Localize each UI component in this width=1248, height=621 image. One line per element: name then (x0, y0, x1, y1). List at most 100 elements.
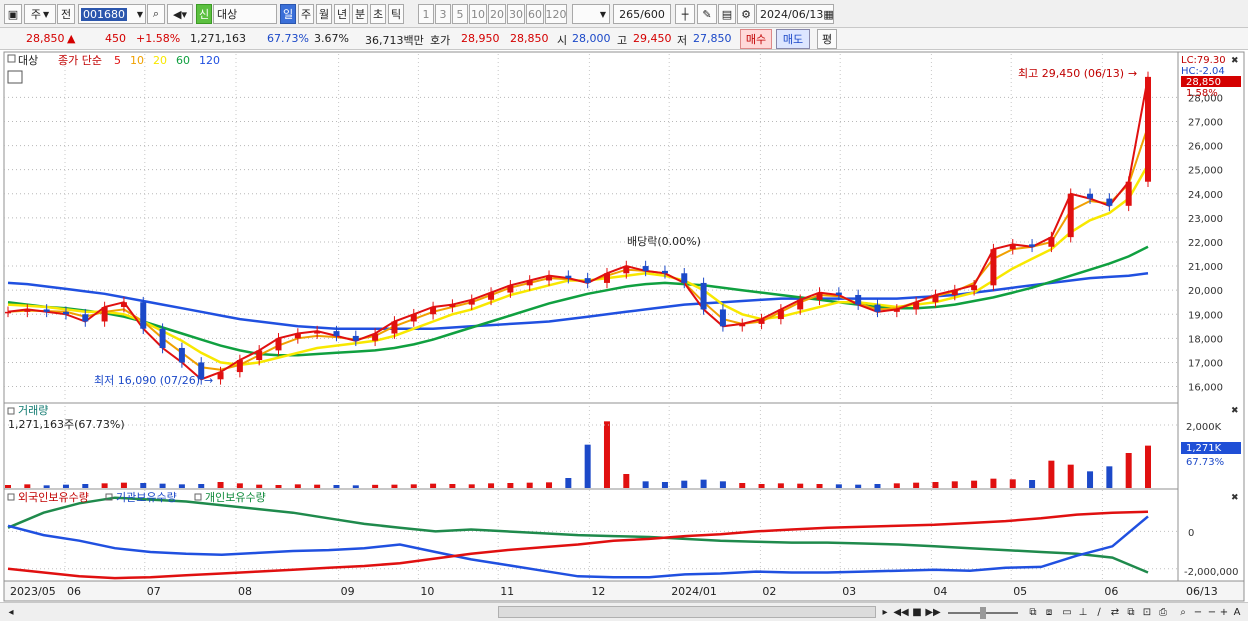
volume-bar (1106, 466, 1113, 488)
scroll-thumb[interactable] (498, 606, 876, 618)
volume-bar (391, 484, 398, 488)
volume-bar (449, 484, 456, 488)
stop-icon[interactable]: ■ (910, 605, 924, 620)
volume-bar (681, 480, 688, 488)
interval-button-30[interactable]: 30 (507, 4, 525, 24)
period-dropdown[interactable]: ▼ (572, 4, 610, 24)
close-icon[interactable]: ✖ (1231, 56, 1239, 66)
chart-type-icon[interactable]: ⊡ (1140, 605, 1154, 620)
candle-body (719, 309, 726, 327)
hc-label: HC:-2.04 (1181, 66, 1225, 77)
volume-bar (874, 484, 881, 488)
x-tick-label: 2024/01 (671, 585, 717, 598)
chart-window-icon[interactable]: ▣ (4, 4, 22, 24)
calendar-icon[interactable]: ▦ (823, 8, 833, 21)
volume-bar (410, 484, 417, 488)
volume-bar (236, 483, 243, 488)
print-icon[interactable]: ⎙ (1156, 605, 1170, 620)
compare-icon[interactable]: ⇄ (1108, 605, 1122, 620)
draw-tool-icon[interactable]: ✎ (697, 4, 717, 24)
close-icon[interactable]: ✖ (1231, 493, 1239, 503)
interval-button-20[interactable]: 20 (488, 4, 506, 24)
high-price: 29,450 (633, 32, 672, 45)
zoom-icon[interactable]: ⌕ (1176, 605, 1190, 620)
candle-body (1029, 244, 1036, 247)
low-annotation: 최저 16,090 (07/26) (94, 374, 200, 387)
volume-bar (352, 485, 359, 488)
line-tool-icon[interactable]: ∕ (1092, 605, 1106, 620)
candle-body (526, 280, 533, 286)
period-button-0[interactable]: 일 (280, 4, 296, 24)
volume-bar (835, 484, 842, 488)
sell-button[interactable]: 매도 (776, 29, 810, 49)
x-tick-label: 10 (420, 585, 434, 598)
period-button-4[interactable]: 분 (352, 4, 368, 24)
volume-ratio: 67.73% (267, 32, 309, 45)
candle-body (82, 314, 89, 322)
candle-body (5, 311, 11, 314)
bid-price: 28,850 (510, 32, 549, 45)
buy-button[interactable]: 매수 (740, 29, 772, 49)
window-icon[interactable]: ⧈ (1042, 605, 1056, 620)
text-tool-icon[interactable]: A (1230, 605, 1244, 620)
mode-button[interactable]: 전 (57, 4, 75, 24)
volume-bar (913, 482, 920, 488)
eval-button[interactable]: 평 (817, 29, 837, 49)
y-tick-label: 21,000 (1188, 262, 1223, 273)
copy-icon[interactable]: ⧉ (1026, 605, 1040, 620)
copy-icon[interactable]: ⧉ (1124, 605, 1138, 620)
candle-body (623, 266, 630, 274)
x-tick-label: 2023/05 (10, 585, 56, 598)
volume-panel (3, 402, 1179, 490)
candle-body (159, 328, 166, 348)
search-icon[interactable]: ⌕ (147, 4, 165, 24)
low-price: 27,850 (693, 32, 732, 45)
scroll-right-icon[interactable]: ▸ (878, 605, 892, 620)
period-button-1[interactable]: 주 (298, 4, 314, 24)
count-field[interactable]: 265/600 (613, 4, 671, 24)
interval-button-120[interactable]: 120 (545, 4, 567, 24)
layout-icon[interactable]: ▭ (1060, 605, 1074, 620)
zoom-in-icon[interactable]: + (1218, 605, 1230, 620)
stock-chart[interactable]: 16,000 17,000 18,000 19,000 20,000 21,000 22,0… (0, 50, 1248, 602)
rewind-icon[interactable]: ◀◀ (893, 605, 908, 620)
holding-axis-zero: 0 (1188, 528, 1194, 539)
stock-code-input[interactable]: 001680 ▼ (78, 4, 146, 24)
gear-icon[interactable]: ⚙ (737, 4, 755, 24)
scroll-left-icon[interactable]: ◂ (4, 605, 18, 620)
interval-button-5[interactable]: 5 (452, 4, 468, 24)
candle-body (101, 307, 108, 322)
interval-button-1[interactable]: 1 (418, 4, 434, 24)
sound-icon[interactable]: ◀▾ (167, 4, 193, 24)
candle-body (1087, 193, 1094, 199)
type-select[interactable]: 주 ▼ (24, 4, 56, 24)
date-field[interactable]: 2024/06/13 ▦ (756, 4, 834, 24)
period-button-5[interactable]: 초 (370, 4, 386, 24)
minus-icon[interactable]: − (1206, 605, 1218, 620)
period-button-3[interactable]: 년 (334, 4, 350, 24)
zoom-out-icon[interactable]: − (1192, 605, 1204, 620)
volume-bar (1125, 453, 1132, 488)
zoom-slider-thumb[interactable] (980, 607, 986, 619)
candle-body (777, 309, 784, 320)
save-icon[interactable]: ▤ (718, 4, 736, 24)
calculator-icon[interactable] (7, 70, 23, 84)
interval-button-10[interactable]: 10 (469, 4, 487, 24)
interval-button-3[interactable]: 3 (435, 4, 451, 24)
ask-price: 28,950 (461, 32, 500, 45)
candle-body (256, 350, 263, 361)
horizontal-scrollbar[interactable]: ◂ ▸ ◀◀ ■ ▶▶ ⧉ ⧈ ▭ ⊥ ∕ ⇄ ⧉ ⊡ ⎙ ⌕ − − + A (0, 602, 1248, 621)
candle-tool-icon[interactable]: ┼ (675, 4, 695, 24)
stock-name-field[interactable]: 대상 (213, 4, 277, 24)
interval-button-60[interactable]: 60 (526, 4, 544, 24)
period-button-6[interactable]: 틱 (388, 4, 404, 24)
legend-ma-60: 60 (176, 54, 190, 67)
period-button-2[interactable]: 월 (316, 4, 332, 24)
close-icon[interactable]: ✖ (1231, 406, 1239, 416)
price-change: 450 (105, 32, 126, 45)
y-tick-label: 24,000 (1188, 190, 1223, 201)
crosshair-icon[interactable]: ⊥ (1076, 605, 1090, 620)
fast-forward-icon[interactable]: ▶▶ (925, 605, 940, 620)
volume-tag: 1,271K (1186, 443, 1222, 454)
high-annotation: 최고 29,450 (06/13) (1018, 67, 1124, 80)
